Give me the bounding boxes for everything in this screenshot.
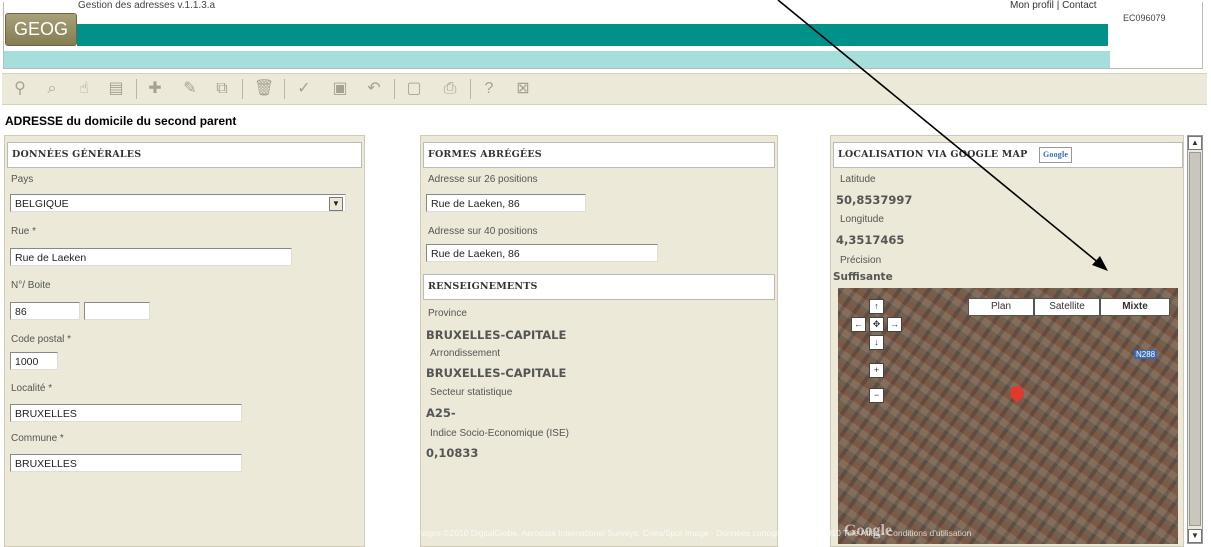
print-icon[interactable]: ⎙ (440, 79, 460, 99)
toolbar: ⚲ ⌕ ☝ ▤ ✚ ✎ ⧉ 🗑 ✓ ▣ ↶ ▢ ⎙ ? ⊠ (2, 73, 1207, 105)
pan-down-icon[interactable]: ↓ (869, 335, 884, 350)
pan-center-icon[interactable]: ✥ (869, 317, 884, 332)
rue-label: Rue * (11, 226, 37, 237)
help-icon[interactable]: ? (479, 79, 499, 99)
toolbar-separator (242, 79, 243, 99)
arr-label: Arrondissement (430, 348, 501, 359)
new-doc-icon[interactable]: ▢ (404, 79, 424, 99)
lon-value: 4,3517465 (836, 233, 905, 247)
prec-value: Suffisante (833, 271, 893, 283)
cp-input[interactable]: 1000 (10, 352, 58, 370)
hand-icon[interactable]: ☝ (74, 79, 94, 99)
chevron-down-icon[interactable]: ▼ (329, 197, 343, 211)
general-panel: DONNÉES GÉNÉRALES Pays BELGIQUE ▼ Rue * … (4, 135, 365, 547)
a40-input[interactable]: Rue de Laeken, 86 (426, 244, 658, 262)
lat-label: Latitude (840, 174, 876, 185)
export-icon[interactable]: ⊠ (513, 79, 533, 99)
secteur-value: A25- (426, 406, 456, 420)
cp-label: Code postal * (11, 334, 72, 345)
rue-input[interactable]: Rue de Laeken (10, 248, 292, 266)
pays-value: BELGIQUE (15, 198, 69, 210)
undo-icon[interactable]: ↶ (364, 79, 384, 99)
toolbar-separator (470, 79, 471, 99)
profile-link[interactable]: Mon profil (1010, 0, 1054, 11)
prec-label: Précision (840, 255, 882, 266)
abridged-panel-title: FORMES ABRÉGÉES (423, 142, 775, 168)
a26-input[interactable]: Rue de Laeken, 86 (426, 194, 586, 212)
lat-value: 50,8537997 (836, 193, 913, 207)
ise-label: Indice Socio-Economique (ISE) (430, 428, 569, 439)
pan-left-icon[interactable]: ← (851, 317, 866, 332)
save-icon[interactable]: ▣ (330, 79, 350, 99)
a40-label: Adresse sur 40 positions (428, 226, 538, 237)
check-icon[interactable]: ✓ (294, 79, 314, 99)
sub-banner (4, 51, 1110, 68)
app-title: Gestion des adresses v.1.1.3.a (78, 0, 216, 11)
pays-label: Pays (11, 174, 34, 185)
province-value: BRUXELLES-CAPITALE (426, 328, 567, 342)
scroll-down-icon[interactable]: ▼ (1188, 529, 1202, 543)
ise-value: 0,10833 (426, 446, 479, 460)
localisation-panel-title: LOCALISATION VIA GOOGLE MAP Google (833, 142, 1183, 168)
zoom-out-icon[interactable]: − (869, 388, 884, 403)
map-credit: Images ©2010 DigitalGlobe, Aerodata Inte… (413, 528, 972, 538)
secteur-label: Secteur statistique (430, 387, 513, 398)
plus-icon[interactable]: ✚ (145, 79, 165, 99)
scroll-thumb[interactable] (1189, 152, 1201, 526)
boite-input[interactable] (84, 302, 150, 320)
scroll-up-icon[interactable]: ▲ (1188, 136, 1202, 150)
localisation-title-text: LOCALISATION VIA GOOGLE MAP (838, 149, 1028, 160)
pan-up-icon[interactable]: ↑ (869, 299, 884, 314)
pencil-icon[interactable]: ✎ (180, 79, 200, 99)
map-marker-icon[interactable] (1007, 383, 1027, 403)
num-label: N°/ Boite (11, 280, 51, 291)
toolbar-separator (136, 79, 137, 99)
toolbar-separator (394, 79, 395, 99)
magnifier-icon[interactable]: ⌕ (42, 79, 62, 99)
general-panel-title: DONNÉES GÉNÉRALES (7, 142, 362, 168)
satellite-map[interactable]: Plan Satellite Mixte ↑ ← ✥ → ↓ + − N288 … (838, 288, 1178, 544)
road-label: N288 (1134, 350, 1158, 359)
binoculars-icon[interactable]: ⚲ (10, 79, 30, 99)
commune-label: Commune * (11, 433, 64, 444)
zoom-in-icon[interactable]: + (869, 363, 884, 378)
map-type-satellite[interactable]: Satellite (1034, 298, 1100, 316)
toolbar-separator (284, 79, 285, 99)
map-type-plan[interactable]: Plan (968, 298, 1034, 316)
abridged-panel: FORMES ABRÉGÉES Adresse sur 26 positions… (420, 135, 778, 547)
trash-icon[interactable]: 🗑 (254, 79, 274, 99)
top-links: Mon profil | Contact (1010, 0, 1097, 11)
pays-select[interactable]: BELGIQUE ▼ (10, 194, 346, 212)
vertical-scrollbar[interactable]: ▲ ▼ (1187, 135, 1203, 544)
header-banner (77, 24, 1108, 46)
province-label: Province (428, 308, 467, 319)
contact-link[interactable]: Contact (1062, 0, 1096, 11)
a26-label: Adresse sur 26 positions (428, 174, 538, 185)
info-panel-title: RENSEIGNEMENTS (423, 274, 775, 300)
localite-label: Localité * (11, 383, 53, 394)
page-title: ADRESSE du domicile du second parent (5, 114, 237, 128)
pan-right-icon[interactable]: → (887, 317, 902, 332)
copy-icon[interactable]: ⧉ (212, 79, 232, 99)
num-input[interactable]: 86 (10, 302, 80, 320)
arr-value: BRUXELLES-CAPITALE (426, 366, 567, 380)
commune-input[interactable]: BRUXELLES (10, 454, 242, 472)
google-maps-badge[interactable]: Google (1038, 147, 1073, 163)
link-separator: | (1056, 0, 1060, 11)
localite-input[interactable]: BRUXELLES (10, 404, 242, 422)
map-type-mixte[interactable]: Mixte (1100, 298, 1170, 316)
lon-label: Longitude (840, 214, 884, 225)
user-code: EC096079 (1123, 13, 1166, 23)
document-icon[interactable]: ▤ (106, 79, 126, 99)
app-logo[interactable]: GEOG (5, 13, 77, 46)
